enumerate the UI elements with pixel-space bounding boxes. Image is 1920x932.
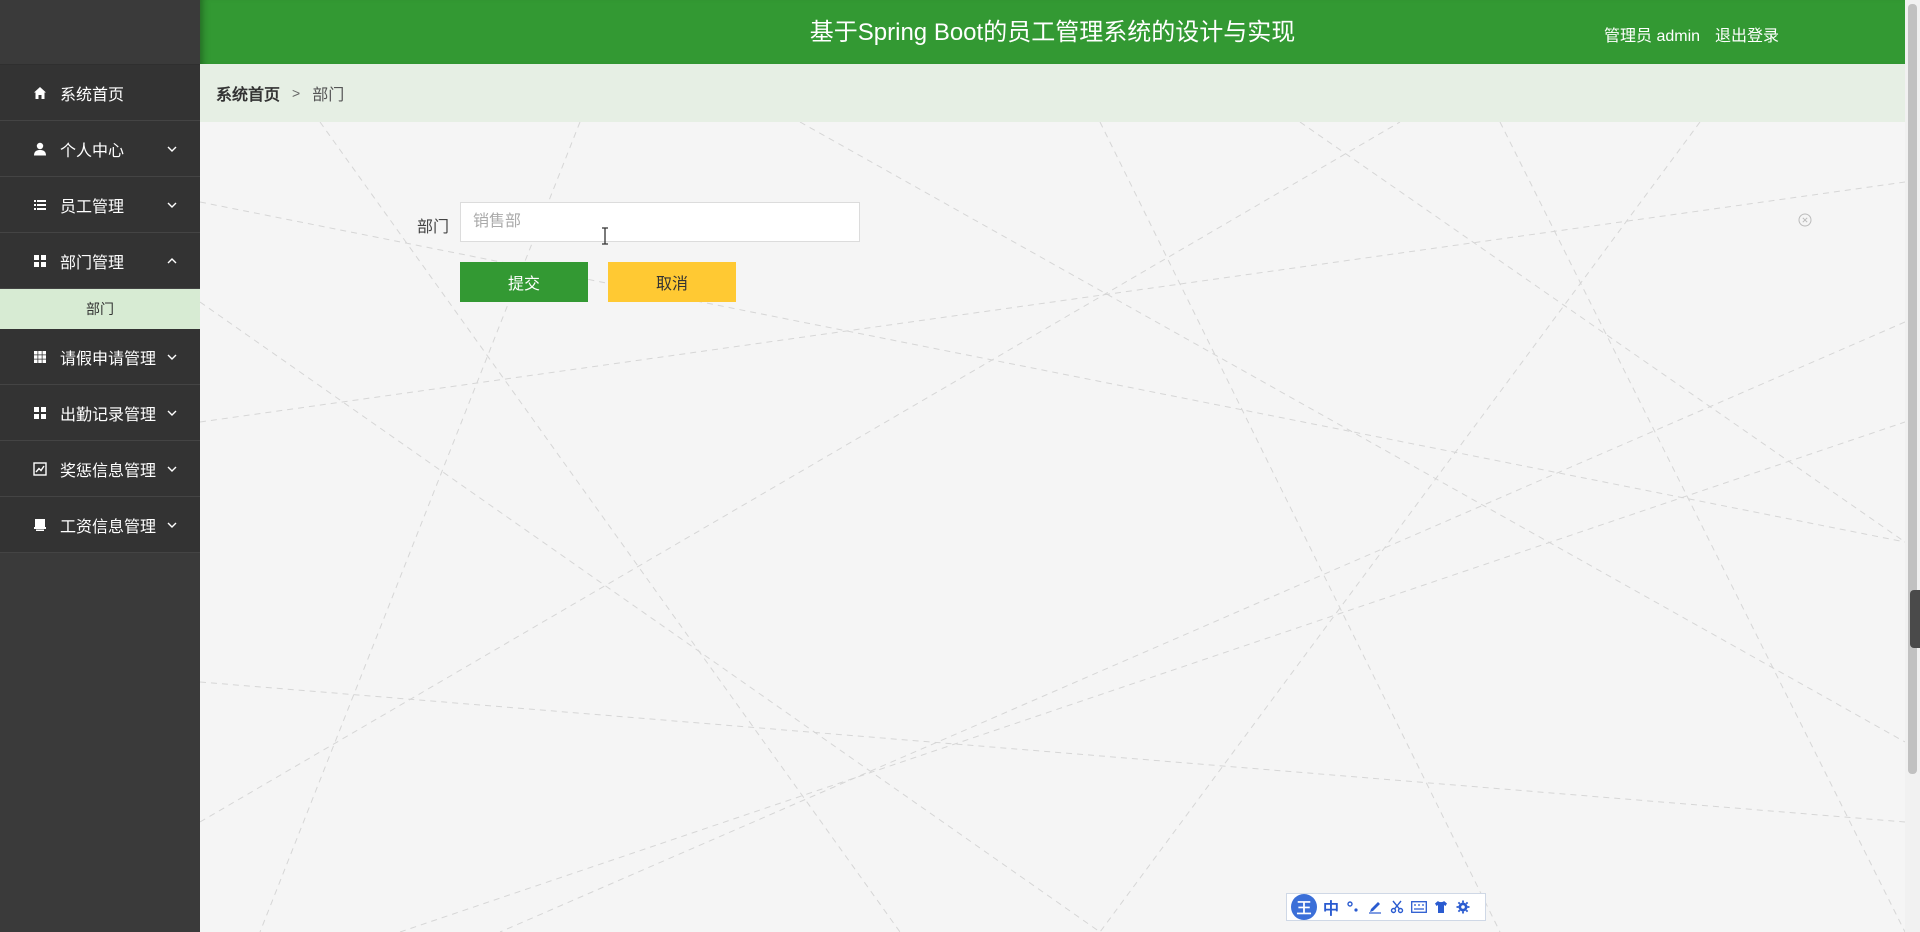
settings-icon[interactable]: [1455, 899, 1471, 915]
current-user-label: 管理员 admin: [1604, 28, 1701, 45]
home-icon: [32, 85, 48, 101]
pen-icon[interactable]: [1367, 899, 1383, 915]
department-input[interactable]: [460, 202, 860, 242]
breadcrumb-separator: >: [292, 85, 301, 101]
sidebar-item-employee-management[interactable]: 员工管理: [0, 177, 200, 233]
chevron-up-icon: [166, 255, 178, 267]
top-header: 基于Spring Boot的员工管理系统的设计与实现 管理员 admin 退出登…: [200, 0, 1905, 64]
sidebar-item-label: 员工管理: [60, 198, 125, 216]
ime-toolbar: 王 中: [1286, 893, 1486, 921]
sidebar-item-department-management[interactable]: 部门管理: [0, 233, 200, 289]
sidebar: 系统首页 个人中心 员工管理 部门管理 部门 请假申请管理 出勤记录管理 奖惩信…: [0, 0, 200, 932]
punctuation-icon[interactable]: [1345, 899, 1361, 915]
sidebar-item-reward-management[interactable]: 奖惩信息管理: [0, 441, 200, 497]
grid-icon: [32, 405, 48, 421]
user-icon: [32, 141, 48, 157]
sidebar-item-label: 工资信息管理: [60, 518, 157, 536]
chevron-down-icon: [166, 199, 178, 211]
scrollbar-thumb[interactable]: [1908, 4, 1917, 774]
breadcrumb-home-link[interactable]: 系统首页: [216, 81, 280, 105]
shirt-icon[interactable]: [1433, 899, 1449, 915]
chart-icon: [32, 461, 48, 477]
sidebar-subitem-label: 部门: [86, 301, 114, 317]
sidebar-item-leave-management[interactable]: 请假申请管理: [0, 329, 200, 385]
breadcrumb-current: 部门: [312, 87, 345, 104]
breadcrumb: 系统首页 > 部门: [200, 64, 1905, 122]
chevron-down-icon: [166, 519, 178, 531]
department-label: 部门: [417, 219, 450, 236]
sidebar-item-label: 请假申请管理: [60, 350, 157, 368]
sidebar-item-label: 部门管理: [60, 254, 125, 272]
sidebar-item-label: 出勤记录管理: [60, 406, 157, 424]
list-icon: [32, 197, 48, 213]
clear-circle-icon[interactable]: [1798, 213, 1812, 227]
sidebar-item-label: 系统首页: [60, 86, 125, 104]
side-panel-tab[interactable]: [1910, 590, 1920, 648]
grid-icon: [32, 253, 48, 269]
sidebar-item-personal-center[interactable]: 个人中心: [0, 121, 200, 177]
main-content: 部门 提交 取消: [200, 122, 1905, 932]
vertical-scrollbar[interactable]: [1905, 0, 1920, 932]
sidebar-item-label: 奖惩信息管理: [60, 462, 157, 480]
scissors-icon[interactable]: [1389, 899, 1405, 915]
chevron-down-icon: [166, 463, 178, 475]
keyboard-icon[interactable]: [1411, 899, 1427, 915]
sidebar-item-attendance-management[interactable]: 出勤记录管理: [0, 385, 200, 441]
ime-logo[interactable]: 王: [1291, 894, 1317, 920]
sidebar-subitem-department[interactable]: 部门: [0, 289, 200, 329]
sidebar-item-salary-management[interactable]: 工资信息管理: [0, 497, 200, 553]
table-icon: [32, 349, 48, 365]
ime-mode-toggle[interactable]: 中: [1323, 895, 1339, 919]
printer-icon: [32, 517, 48, 533]
chevron-down-icon: [166, 407, 178, 419]
background-pattern: [200, 122, 1905, 932]
text-cursor-icon: [600, 227, 610, 245]
sidebar-logo-area: [0, 0, 200, 65]
cancel-button[interactable]: 取消: [608, 262, 736, 302]
chevron-down-icon: [166, 143, 178, 155]
chevron-down-icon: [166, 351, 178, 363]
submit-button[interactable]: 提交: [460, 262, 588, 302]
sidebar-item-label: 个人中心: [60, 142, 125, 160]
logout-link[interactable]: 退出登录: [1715, 22, 1779, 46]
sidebar-item-home[interactable]: 系统首页: [0, 65, 200, 121]
